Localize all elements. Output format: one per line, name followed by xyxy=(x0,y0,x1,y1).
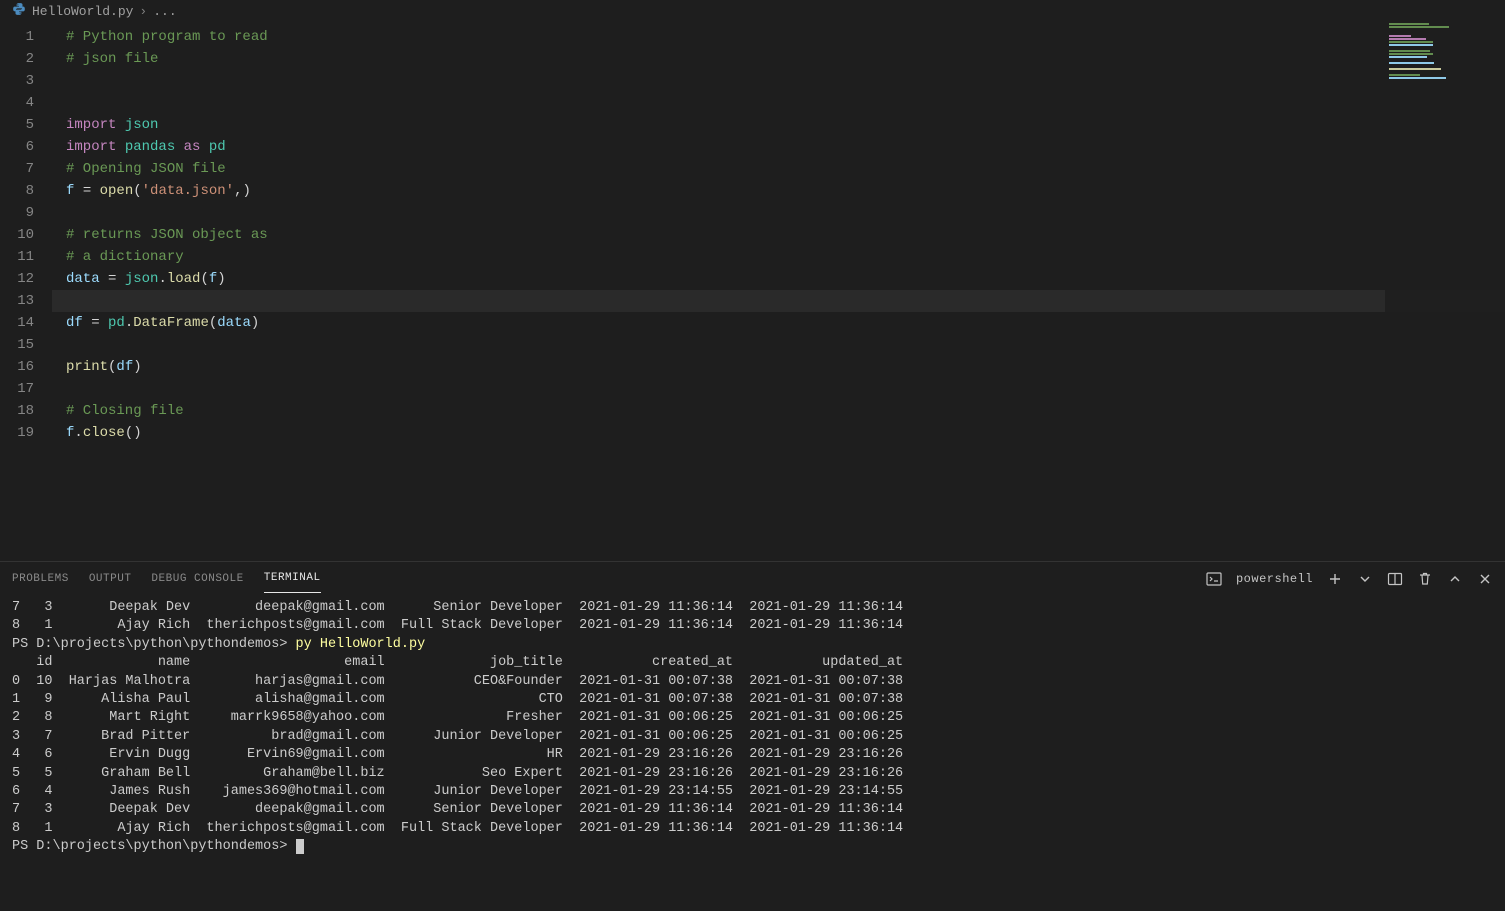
code-line[interactable]: import pandas as pd xyxy=(52,136,1505,158)
panel-actions: powershell xyxy=(1206,571,1493,587)
code-line[interactable] xyxy=(52,70,1505,92)
close-panel-icon[interactable] xyxy=(1477,571,1493,587)
code-content[interactable]: # Python program to read# json file impor… xyxy=(52,22,1505,561)
breadcrumb-file[interactable]: HelloWorld.py xyxy=(32,4,133,19)
terminal-command: py HelloWorld.py xyxy=(296,637,426,652)
line-number-gutter: 12345678910111213141516171819 xyxy=(0,22,52,561)
line-number: 2 xyxy=(0,48,52,70)
code-line[interactable]: # json file xyxy=(52,48,1505,70)
line-number: 11 xyxy=(0,246,52,268)
chevron-down-icon[interactable] xyxy=(1357,571,1373,587)
code-line[interactable]: # returns JSON object as xyxy=(52,224,1505,246)
line-number: 4 xyxy=(0,92,52,114)
tab-output[interactable]: OUTPUT xyxy=(89,565,132,593)
line-number: 19 xyxy=(0,422,52,444)
code-line[interactable] xyxy=(52,290,1505,312)
code-line[interactable]: # a dictionary xyxy=(52,246,1505,268)
code-line[interactable]: f.close() xyxy=(52,422,1505,444)
code-line[interactable]: # Closing file xyxy=(52,400,1505,422)
line-number: 1 xyxy=(0,26,52,48)
code-line[interactable] xyxy=(52,378,1505,400)
shell-name[interactable]: powershell xyxy=(1236,572,1313,586)
line-number: 5 xyxy=(0,114,52,136)
line-number: 6 xyxy=(0,136,52,158)
breadcrumb[interactable]: HelloWorld.py › ... xyxy=(0,0,1505,22)
maximize-panel-icon[interactable] xyxy=(1447,571,1463,587)
terminal-shell-icon[interactable] xyxy=(1206,571,1222,587)
chevron-right-icon: › xyxy=(139,4,147,19)
line-number: 13 xyxy=(0,290,52,312)
terminal-output[interactable]: 7 3 Deepak Dev deepak@gmail.com Senior D… xyxy=(0,595,1505,911)
line-number: 9 xyxy=(0,202,52,224)
line-number: 18 xyxy=(0,400,52,422)
line-number: 7 xyxy=(0,158,52,180)
line-number: 14 xyxy=(0,312,52,334)
line-number: 12 xyxy=(0,268,52,290)
bottom-panel: PROBLEMS OUTPUT DEBUG CONSOLE TERMINAL p… xyxy=(0,561,1505,911)
line-number: 3 xyxy=(0,70,52,92)
line-number: 17 xyxy=(0,378,52,400)
tab-terminal[interactable]: TERMINAL xyxy=(264,564,321,593)
code-line[interactable]: f = open('data.json',) xyxy=(52,180,1505,202)
split-terminal-icon[interactable] xyxy=(1387,571,1403,587)
terminal-cursor xyxy=(296,839,304,854)
code-line[interactable] xyxy=(52,92,1505,114)
code-line[interactable] xyxy=(52,334,1505,356)
code-editor[interactable]: 12345678910111213141516171819 # Python p… xyxy=(0,22,1505,561)
line-number: 8 xyxy=(0,180,52,202)
line-number: 10 xyxy=(0,224,52,246)
code-line[interactable]: df = pd.DataFrame(data) xyxy=(52,312,1505,334)
breadcrumb-rest[interactable]: ... xyxy=(153,4,176,19)
code-line[interactable]: # Opening JSON file xyxy=(52,158,1505,180)
code-line[interactable]: # Python program to read xyxy=(52,26,1505,48)
new-terminal-icon[interactable] xyxy=(1327,571,1343,587)
minimap[interactable] xyxy=(1385,22,1505,561)
panel-tabs: PROBLEMS OUTPUT DEBUG CONSOLE TERMINAL p… xyxy=(0,562,1505,595)
tab-problems[interactable]: PROBLEMS xyxy=(12,565,69,593)
code-line[interactable]: print(df) xyxy=(52,356,1505,378)
line-number: 15 xyxy=(0,334,52,356)
code-line[interactable]: data = json.load(f) xyxy=(52,268,1505,290)
code-line[interactable]: import json xyxy=(52,114,1505,136)
kill-terminal-icon[interactable] xyxy=(1417,571,1433,587)
python-file-icon xyxy=(12,2,26,20)
code-line[interactable] xyxy=(52,202,1505,224)
tab-debug-console[interactable]: DEBUG CONSOLE xyxy=(151,565,243,593)
line-number: 16 xyxy=(0,356,52,378)
